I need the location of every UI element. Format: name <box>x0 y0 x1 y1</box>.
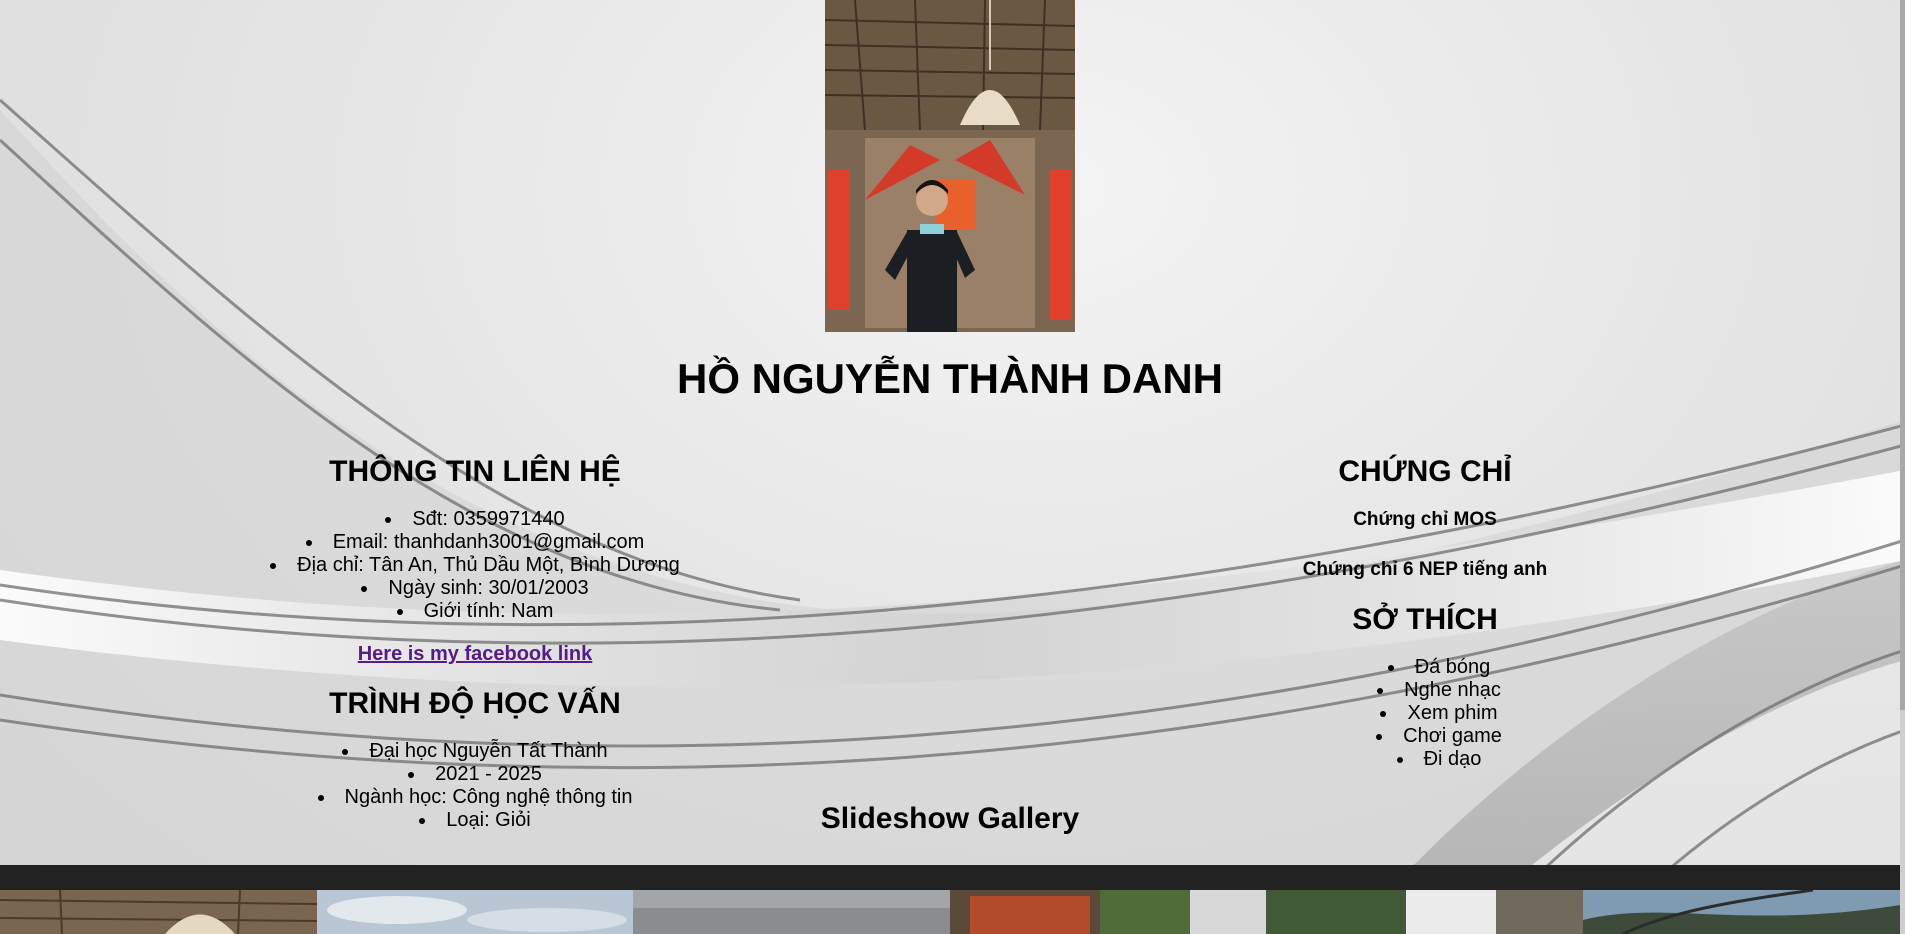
profile-photo-image <box>825 0 1075 332</box>
hobby-item: Nghe nhạc <box>1153 679 1725 702</box>
contact-phone: Sđt: 0359971440 <box>175 508 775 531</box>
certificate-item: Chứng chỉ MOS <box>1353 509 1497 530</box>
gallery-thumbnail-3[interactable] <box>633 890 950 934</box>
hobby-item: Đá bóng <box>1153 656 1725 679</box>
profile-photo <box>825 0 1075 332</box>
education-title: TRÌNH ĐỘ HỌC VẤN <box>329 687 621 720</box>
contact-list: Sđt: 0359971440 Email: thanhdanh3001@gma… <box>175 508 775 623</box>
hobby-item: Chơi game <box>1153 725 1725 748</box>
hobby-item: Đi dạo <box>1153 748 1725 771</box>
left-column: THÔNG TIN LIÊN HỆ Sđt: 0359971440 Email:… <box>175 450 775 832</box>
facebook-link[interactable]: Here is my facebook link <box>358 643 593 666</box>
right-column: CHỨNG CHỈ Chứng chỉ MOS Chứng chỉ 6 NEP … <box>1125 450 1725 771</box>
contact-address: Địa chỉ: Tân An, Thủ Dầu Một, Bình Dương <box>175 554 775 577</box>
education-school: Đại học Nguyễn Tất Thành <box>175 740 775 763</box>
vertical-scrollbar[interactable] <box>1900 0 1905 934</box>
gallery-thumbnails <box>0 890 1900 934</box>
contact-title: THÔNG TIN LIÊN HỆ <box>329 455 621 488</box>
contact-birthday: Ngày sinh: 30/01/2003 <box>175 577 775 600</box>
hobbies-list: Đá bóng Nghe nhạc Xem phim Chơi game Đi … <box>1125 656 1725 771</box>
education-years: 2021 - 2025 <box>175 763 775 786</box>
scrollbar-thumb[interactable] <box>1900 0 1905 710</box>
gallery-title: Slideshow Gallery <box>820 802 1080 835</box>
hobbies-title: SỞ THÍCH <box>1352 603 1498 636</box>
certificate-item: Chứng chỉ 6 NEP tiếng anh <box>1302 559 1548 580</box>
gallery-thumbnail-6[interactable] <box>1582 890 1900 934</box>
gallery-thumbnail-1[interactable] <box>0 890 317 934</box>
certificates-title: CHỨNG CHỈ <box>1338 455 1512 488</box>
gallery-thumbnail-2[interactable] <box>316 890 634 934</box>
contact-gender: Giới tính: Nam <box>175 600 775 623</box>
gallery-main-slide <box>0 865 1905 890</box>
gallery-thumbnail-5[interactable] <box>1266 890 1583 934</box>
hobby-item: Xem phim <box>1153 702 1725 725</box>
gallery-thumbnail-4[interactable] <box>949 890 1267 934</box>
contact-email: Email: thanhdanh3001@gmail.com <box>175 531 775 554</box>
person-name: HỒ NGUYỄN THÀNH DANH <box>677 355 1223 402</box>
